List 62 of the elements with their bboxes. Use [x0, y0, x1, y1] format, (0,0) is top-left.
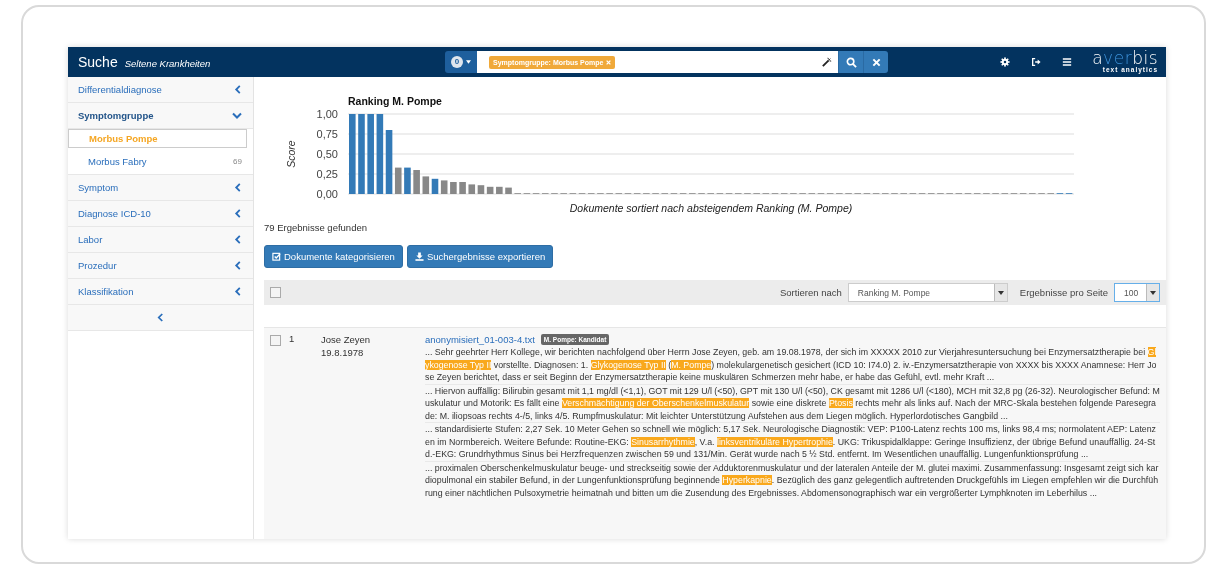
- y-tick-label: 1,00: [316, 108, 338, 120]
- patient-birthdate: 19.8.1978: [321, 346, 365, 359]
- menu-icon[interactable]: [1062, 57, 1073, 67]
- y-axis-label: Score: [285, 140, 297, 168]
- sort-select[interactable]: Ranking M. Pompe: [847, 283, 1008, 302]
- chevron-left-icon: [234, 183, 242, 192]
- text-snippet: ... standardisierte Stufen: 2,27 Sek. 10 Meter Gehen so schnell wie möglich: 5,17 Sek. Neurologische Diagnostik: VEP: P100-Latenz rechts 100 ms, links 98,4 ms; normolatent AEP: Latenzen im Normbereich. Weitere Befunde: Routine-EKG: Sinusarrhythmie, V.a. linksventrikuläre Hypertrophie. UKG: Trikuspidalklappe: Geringe Insuffizienz, der übrige Befund unauffällig. 24-Std.-EKG: Grundrhythmus Sinus bei Herzfrequenzen zwischen 59 und 131/Min. Gerät wurde nach 5 ½ Std. entfernt. Im Wesentlichen unauffällig. Lungenfunktionsprüfung ...: [425, 423, 1160, 462]
- select-all-checkbox[interactable]: [270, 287, 281, 298]
- chart-title: Ranking M. Pompe: [348, 95, 442, 107]
- chevron-left-icon: [234, 209, 242, 218]
- check-square-icon: [272, 252, 281, 261]
- settings-icon[interactable]: [1000, 57, 1011, 67]
- sidebar-item[interactable]: Differentialdiagnose: [68, 77, 253, 103]
- chevron-left-icon: [157, 313, 164, 322]
- y-tick-label: 0,75: [316, 128, 338, 140]
- text-snippet: ... proximalen Oberschenkelmuskulatur beuge- und streckseitig sowie der Adduktorenmuskulatur und der lateralen Anteile der M. glutei maximi. Zusammenfassung: Insgesamt zeigt sich kardiopulmonal ein stabiler Befund, in der Lungenfunktionsprüfung beginnende Hyperkapnie. Bezüglich des ganz gelegentlich auftretenden Druckgefühls im Liegen empfehlen wir die Durchführung einer nächtlichen Pulsoxymetrie heimatnah und bitten um die Zusendung des Ergebnisses. Abdomensonographisch war ein vergrößerter Lymphknoten im Leberhilus ...: [425, 461, 1160, 499]
- sidebar-subitem[interactable]: Morbus Fabry 69: [68, 148, 253, 174]
- caret-icon: [1150, 290, 1156, 295]
- sort-label: Sortieren nach: [780, 287, 842, 298]
- per-page-label: Ergebnisse pro Seite: [1019, 287, 1108, 298]
- chevron-left-icon: [234, 85, 242, 94]
- document-link[interactable]: anonymisiert_01-003-4.txt: [425, 334, 535, 345]
- export-button[interactable]: Suchergebnisse exportieren: [406, 245, 554, 268]
- chart-bar: [505, 187, 512, 194]
- caret-icon: [997, 290, 1004, 295]
- sidebar-item[interactable]: Klassifikation: [68, 279, 253, 305]
- categorize-button[interactable]: Dokumente kategorisieren: [264, 245, 403, 268]
- wand-icon[interactable]: [822, 57, 832, 67]
- y-tick-label: 0,25: [316, 168, 338, 180]
- chevron-left-icon: [234, 235, 242, 244]
- app-subtitle: Seltene Krankheiten: [124, 58, 211, 69]
- sidebar-item[interactable]: Labor: [68, 227, 253, 253]
- y-tick-label: 0,50: [316, 148, 338, 160]
- x-axis-label: Dokumente sortiert nach absteigendem Ranking (M. Pompe): [569, 202, 853, 214]
- result-checkbox[interactable]: [270, 335, 281, 346]
- chart-bar: [459, 182, 466, 194]
- search-button[interactable]: [838, 51, 863, 73]
- sign-out-icon[interactable]: [1031, 57, 1042, 67]
- filter-count-button[interactable]: 0: [445, 51, 477, 73]
- download-icon: [414, 252, 424, 261]
- per-page-select[interactable]: 100: [1114, 283, 1160, 302]
- chevron-left-icon: [234, 287, 242, 296]
- chart-bar: [404, 167, 411, 194]
- chevron-down-icon: [232, 111, 242, 120]
- y-tick-label: 0,00: [316, 188, 338, 200]
- sidebar-item[interactable]: Prozedur: [68, 253, 253, 279]
- caret-icon: [466, 60, 471, 64]
- close-icon: [871, 57, 881, 67]
- result-rank: 1: [288, 333, 296, 346]
- patient-name: Jose Zeyen: [321, 333, 372, 346]
- text-snippet: ... Hiervon auffällig: Bilirubin gesamt mit 1,1 mg/dl (<1,1), GOT mit 129 U/l (<50), GPT mit 130 U/l (<50), CK gesamt mit 1286 U/l (<180), MCH mit 32,8 pg (26-32). Neurologischer Befund: Muskulatur und Motorik: Es fällt eine Verschmächtigung der Oberschenkelmuskulatur sowie eine diskrete Ptosis rechts mehr als links auf. Nach der MRC-Skala bestehen folgende Paresegrade: M. iliopsoas rechts 4-/5, links 4/5. Rumpfmuskulatur: Mit leichter Unterstützung Aufstehen aus dem Liegen möglich. Hyperlordotisches Gangbild ...: [425, 384, 1160, 423]
- app-title: Suche: [78, 54, 118, 70]
- sidebar-item[interactable]: Diagnose ICD-10: [68, 201, 253, 227]
- sidebar-item[interactable]: Symptom: [68, 175, 253, 201]
- clear-button[interactable]: [863, 51, 888, 73]
- search-icon: [845, 56, 857, 68]
- chart-bar: [413, 170, 420, 194]
- chart-bar: [496, 186, 503, 194]
- sidebar-item[interactable]: Symptomgruppe: [68, 103, 253, 129]
- result-count: 79 Ergebnisse gefunden: [264, 222, 368, 233]
- chevron-left-icon: [234, 261, 242, 270]
- chart-bar: [450, 182, 457, 194]
